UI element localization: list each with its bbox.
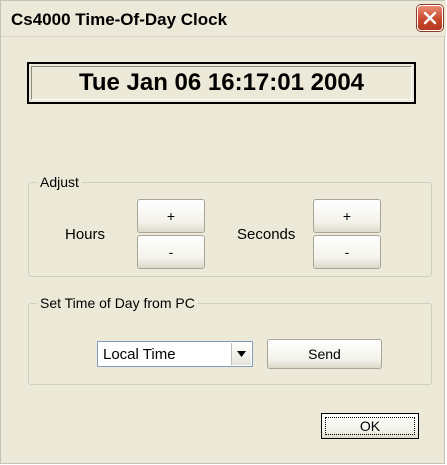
clock-display: Tue Jan 06 16:17:01 2004: [31, 66, 412, 100]
seconds-label: Seconds: [237, 226, 296, 243]
ok-button-label: OK: [325, 417, 415, 435]
timezone-select[interactable]: Local Time: [97, 341, 253, 367]
seconds-decrement-button[interactable]: -: [313, 235, 381, 269]
close-button[interactable]: [417, 5, 443, 31]
hours-increment-button[interactable]: +: [137, 199, 205, 233]
timezone-selected-value: Local Time: [103, 346, 176, 363]
ok-button[interactable]: OK: [321, 413, 419, 439]
set-time-group-label: Set Time of Day from PC: [37, 295, 198, 311]
hours-label: Hours: [65, 226, 106, 243]
dropdown-button[interactable]: [231, 343, 251, 365]
window-title: Cs4000 Time-Of-Day Clock: [11, 10, 228, 29]
dialog-window: Cs4000 Time-Of-Day Clock Tue Jan 06 16:1…: [0, 0, 446, 464]
send-button[interactable]: Send: [267, 339, 382, 369]
close-icon: [423, 11, 437, 25]
adjust-group-label: Adjust: [37, 174, 82, 190]
chevron-down-icon: [237, 351, 246, 357]
title-bar[interactable]: Cs4000 Time-Of-Day Clock: [1, 1, 446, 37]
clock-display-frame: Tue Jan 06 16:17:01 2004: [27, 62, 416, 104]
hours-decrement-button[interactable]: -: [137, 235, 205, 269]
seconds-increment-button[interactable]: +: [313, 199, 381, 233]
